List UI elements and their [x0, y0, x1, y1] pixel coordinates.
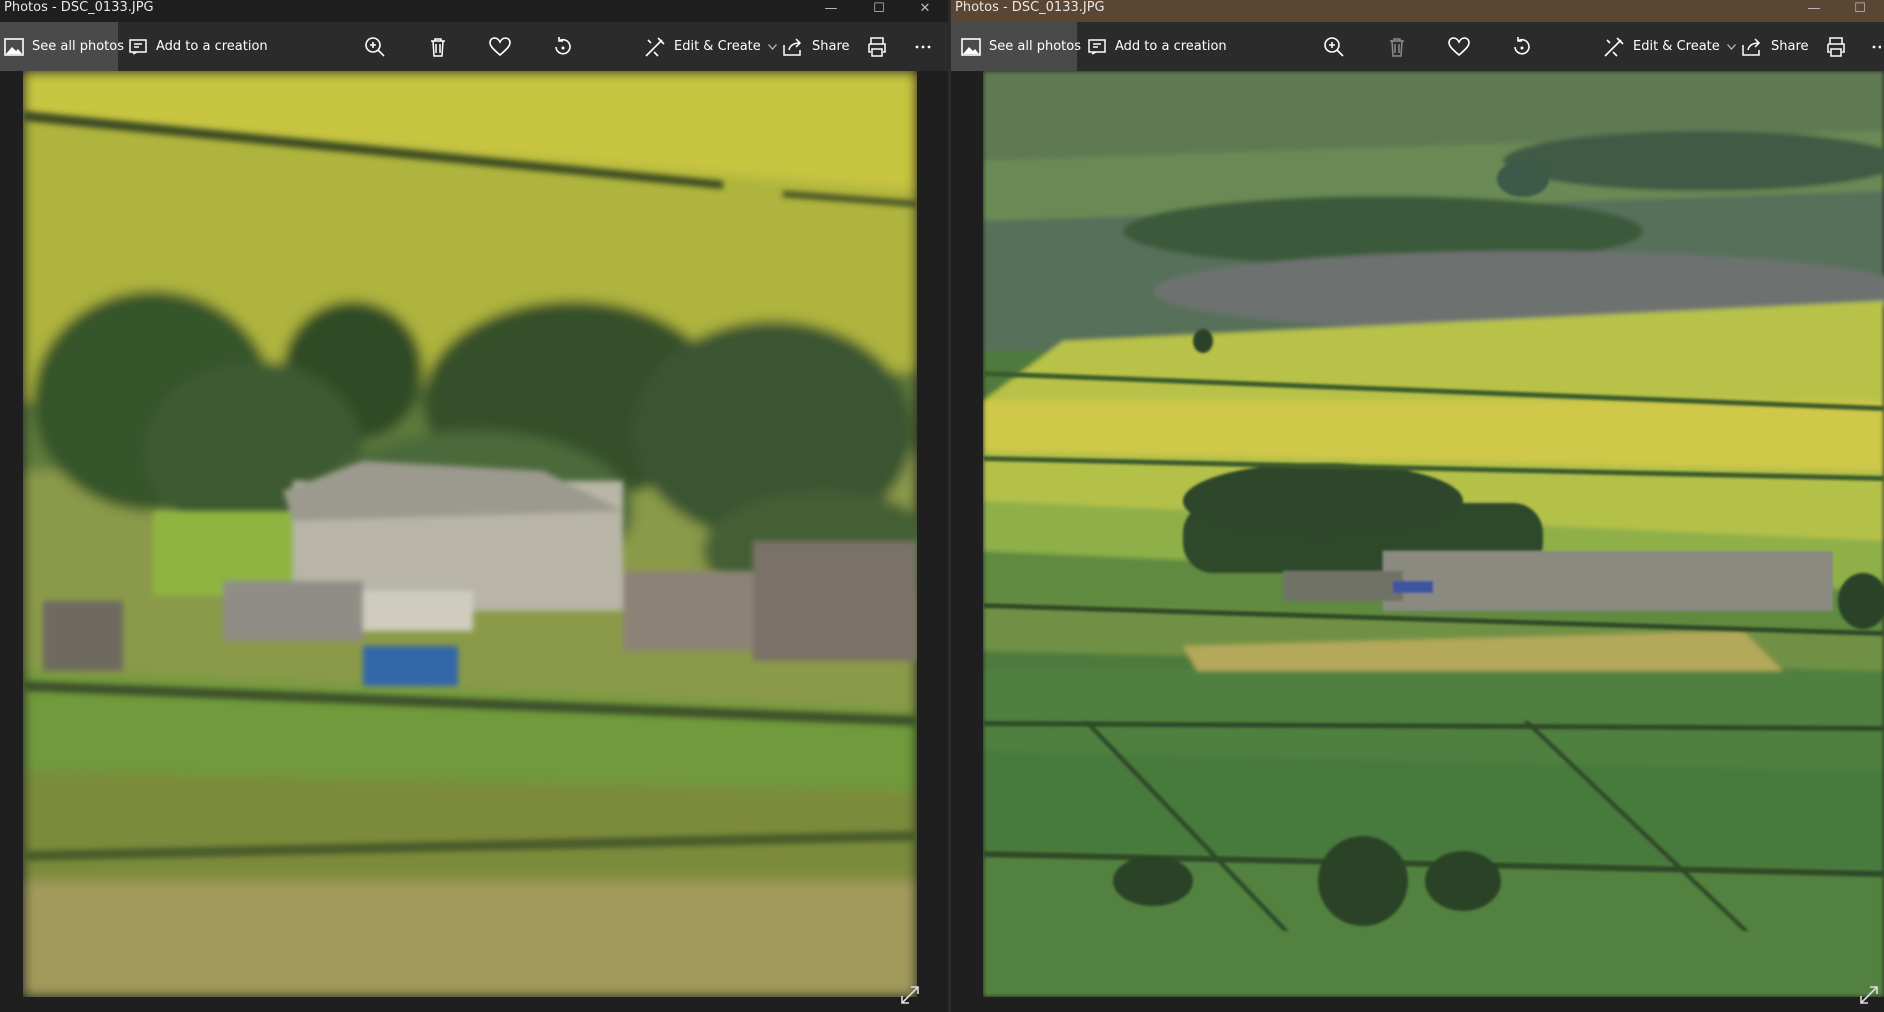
- photos-icon: [4, 37, 24, 57]
- photos-window-right: Photos - DSC_0133.JPG — ☐ See all photos…: [951, 0, 1884, 1012]
- delete-button[interactable]: [428, 22, 448, 71]
- see-all-photos-button[interactable]: See all photos: [0, 22, 124, 71]
- title-bar[interactable]: Photos - DSC_0133.JPG — ☐: [951, 0, 1884, 22]
- expand-icon[interactable]: [1859, 985, 1879, 1009]
- rotate-button[interactable]: [552, 22, 574, 71]
- rotate-icon: [552, 36, 574, 58]
- delete-button[interactable]: [1387, 22, 1407, 71]
- more-icon: [914, 44, 932, 50]
- share-label: Share: [1771, 39, 1809, 54]
- expand-icon[interactable]: [900, 985, 920, 1009]
- rotate-button[interactable]: [1511, 22, 1533, 71]
- see-all-photos-button[interactable]: See all photos: [951, 22, 1081, 71]
- zoom-in-icon: [364, 36, 386, 58]
- print-button[interactable]: [866, 22, 888, 71]
- share-icon: [1741, 37, 1763, 57]
- more-options-button[interactable]: [1871, 22, 1881, 71]
- add-to-creation-label: Add to a creation: [156, 39, 268, 54]
- heart-icon: [489, 36, 511, 57]
- edit-create-label: Edit & Create: [674, 39, 761, 54]
- trash-icon: [428, 36, 448, 58]
- zoom-button[interactable]: [1323, 22, 1345, 71]
- favorite-button[interactable]: [489, 22, 511, 71]
- printer-icon: [1825, 36, 1847, 58]
- minimize-button[interactable]: —: [1791, 0, 1837, 16]
- close-button[interactable]: ✕: [902, 0, 948, 16]
- add-creation-icon: [128, 37, 148, 57]
- more-options-button[interactable]: [914, 22, 932, 71]
- see-all-photos-label: See all photos: [32, 39, 124, 54]
- maximize-button[interactable]: ☐: [856, 0, 902, 16]
- edit-create-label: Edit & Create: [1633, 39, 1720, 54]
- edit-create-icon: [1603, 36, 1625, 58]
- chevron-down-icon: [1726, 43, 1736, 50]
- add-to-creation-button[interactable]: Add to a creation: [1087, 22, 1227, 71]
- toolbar: See all photos Add to a creation Edit & …: [0, 22, 948, 71]
- print-button[interactable]: [1825, 22, 1847, 71]
- share-button[interactable]: Share: [1741, 22, 1809, 71]
- trash-icon: [1387, 36, 1407, 58]
- chevron-down-icon: [767, 43, 777, 50]
- add-creation-icon: [1087, 37, 1107, 57]
- more-icon: [1871, 44, 1881, 50]
- see-all-photos-label: See all photos: [989, 39, 1081, 54]
- edit-create-button[interactable]: Edit & Create: [644, 22, 777, 71]
- add-to-creation-button[interactable]: Add to a creation: [128, 22, 268, 71]
- zoom-button[interactable]: [364, 22, 386, 71]
- edit-create-button[interactable]: Edit & Create: [1603, 22, 1736, 71]
- title-bar[interactable]: Photos - DSC_0133.JPG — ☐ ✕: [0, 0, 948, 22]
- photos-icon: [961, 37, 981, 57]
- photo-viewer-image[interactable]: [983, 71, 1884, 997]
- window-title: Photos - DSC_0133.JPG: [955, 0, 1105, 15]
- minimize-button[interactable]: —: [808, 0, 854, 16]
- share-icon: [782, 37, 804, 57]
- edit-create-icon: [644, 36, 666, 58]
- window-title: Photos - DSC_0133.JPG: [4, 0, 154, 15]
- share-label: Share: [812, 39, 850, 54]
- toolbar: See all photos Add to a creation Edit & …: [951, 22, 1884, 71]
- add-to-creation-label: Add to a creation: [1115, 39, 1227, 54]
- maximize-button[interactable]: ☐: [1837, 0, 1883, 16]
- zoom-in-icon: [1323, 36, 1345, 58]
- photo-viewer-image[interactable]: [23, 71, 917, 997]
- heart-icon: [1448, 36, 1470, 57]
- share-button[interactable]: Share: [782, 22, 850, 71]
- favorite-button[interactable]: [1448, 22, 1470, 71]
- rotate-icon: [1511, 36, 1533, 58]
- printer-icon: [866, 36, 888, 58]
- photos-window-left: Photos - DSC_0133.JPG — ☐ ✕ See all phot…: [0, 0, 948, 1012]
